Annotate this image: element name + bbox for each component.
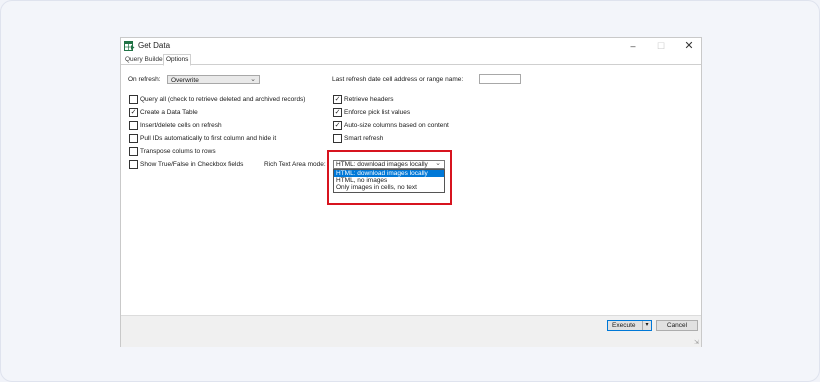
tab-query-builder[interactable]: Query Builder <box>123 55 167 64</box>
cancel-button[interactable]: Cancel <box>656 320 698 331</box>
checkbox-unchecked-icon[interactable] <box>129 134 138 143</box>
tab-strip: Query Builder Options <box>121 54 701 66</box>
checkbox-label: Transpose colums to rows <box>140 148 216 155</box>
minimize-icon[interactable]: – <box>621 39 645 53</box>
on-refresh-value: Overwrite <box>171 77 199 84</box>
checkbox-label: Insert/delete cells on refresh <box>140 122 222 129</box>
chevron-down-icon[interactable]: ▾ <box>642 321 651 330</box>
checkbox-label: Auto-size columns based on content <box>344 122 449 129</box>
last-refresh-label: Last refresh date cell address or range … <box>332 76 464 83</box>
on-refresh-select[interactable]: Overwrite ⌄ <box>167 75 260 84</box>
title-bar: Get Data – ☐ ✕ <box>121 38 701 55</box>
execute-label: Execute <box>612 322 636 329</box>
checkbox-label: Query all (check to retrieve deleted and… <box>140 96 306 103</box>
window-title: Get Data <box>138 41 171 50</box>
close-icon[interactable]: ✕ <box>677 39 701 53</box>
excel-table-icon <box>124 41 135 51</box>
chevron-down-icon: ⌄ <box>250 76 256 83</box>
checkbox-unchecked-icon[interactable] <box>129 95 138 104</box>
checkbox-unchecked-icon[interactable] <box>333 134 342 143</box>
checkbox-label: Enforce pick list values <box>344 109 411 116</box>
resize-grip-icon[interactable]: ⇲ <box>694 340 700 346</box>
checkbox-checked-icon[interactable]: ✓ <box>333 95 342 104</box>
checkbox-checked-icon[interactable]: ✓ <box>129 108 138 117</box>
checkbox-label: Create a Data Table <box>140 109 198 116</box>
dialog-footer: Execute ▾ Cancel ⇲ <box>121 315 701 347</box>
get-data-dialog: Get Data – ☐ ✕ Query Builder Options On … <box>120 37 702 347</box>
on-refresh-label: On refresh: <box>128 76 161 83</box>
checkbox-label: Retrieve headers <box>344 96 394 103</box>
checkbox-unchecked-icon[interactable] <box>129 121 138 130</box>
options-panel: On refresh: Overwrite ⌄ Last refresh dat… <box>121 65 701 315</box>
checkbox-checked-icon[interactable]: ✓ <box>333 108 342 117</box>
checkbox-label: Pull IDs automatically to first column a… <box>140 135 277 142</box>
execute-button[interactable]: Execute ▾ <box>607 320 652 331</box>
checkbox-checked-icon[interactable]: ✓ <box>333 121 342 130</box>
maximize-icon[interactable]: ☐ <box>649 39 673 53</box>
last-refresh-input[interactable] <box>479 74 521 84</box>
checkbox-label: Show True/False in Checkbox fields <box>140 161 244 168</box>
checkbox-unchecked-icon[interactable] <box>129 160 138 169</box>
rich-text-mode-label: Rich Text Area mode: <box>264 161 326 168</box>
checkbox-unchecked-icon[interactable] <box>129 147 138 156</box>
checkbox-label: Smart refresh <box>344 135 384 142</box>
red-highlight-box <box>327 150 452 205</box>
